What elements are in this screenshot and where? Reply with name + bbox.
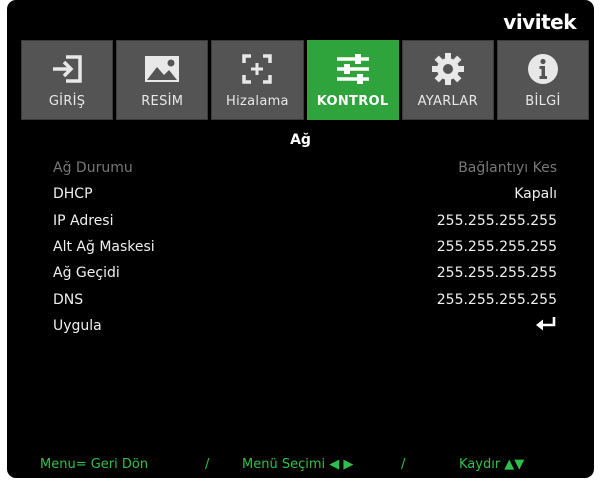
info-icon xyxy=(498,53,588,85)
tab-bilgi[interactable]: BİLGİ xyxy=(496,40,590,120)
tab-giris[interactable]: GİRİŞ xyxy=(21,40,114,120)
tab-label: GİRİŞ xyxy=(48,94,86,109)
input-icon xyxy=(22,53,112,85)
tab-hizalama[interactable]: Hizalama xyxy=(211,40,304,120)
row-label: DHCP xyxy=(53,186,93,203)
row-ip-address[interactable]: IP Adresi 255.255.255.255 xyxy=(53,208,557,234)
tab-bar: GİRİŞ RESİM Hizalama KONTROL AYARLAR BİL… xyxy=(21,40,590,120)
row-dns[interactable]: DNS 255.255.255.255 xyxy=(53,286,557,312)
row-apply[interactable]: Uygula xyxy=(53,313,557,339)
row-dhcp[interactable]: DHCP Kapalı xyxy=(53,181,557,207)
row-value[interactable]: Kapalı xyxy=(514,186,557,202)
footer-separator: / xyxy=(401,456,406,472)
footer-hints: Menu= Geri Dön / Menü Seçimi ◀ ▶ / Kaydı… xyxy=(7,452,594,476)
footer-separator: / xyxy=(205,456,210,472)
row-label: DNS xyxy=(53,291,84,308)
row-value[interactable]: 255.255.255.255 xyxy=(437,213,557,229)
row-value[interactable]: 255.255.255.255 xyxy=(437,265,557,281)
settings-list: Ağ Durumu Bağlantıyı Kes DHCP Kapalı IP … xyxy=(53,155,557,339)
enter-icon[interactable] xyxy=(535,316,557,336)
gear-icon xyxy=(403,53,493,85)
row-label: IP Adresi xyxy=(53,212,114,229)
tab-label: BİLGİ xyxy=(525,94,561,109)
tab-kontrol[interactable]: KONTROL xyxy=(306,40,399,120)
tab-label: KONTROL xyxy=(316,94,389,109)
footer-select-hint: Menü Seçimi ◀ ▶ xyxy=(242,456,354,472)
row-value[interactable]: 255.255.255.255 xyxy=(437,239,557,255)
row-network-status: Ağ Durumu Bağlantıyı Kes xyxy=(53,155,557,181)
footer-back-hint: Menu= Geri Dön xyxy=(40,456,149,472)
row-label: Alt Ağ Maskesi xyxy=(53,239,155,256)
row-gateway[interactable]: Ağ Geçidi 255.255.255.255 xyxy=(53,260,557,286)
row-label: Ağ Geçidi xyxy=(53,265,120,282)
tab-label: Hizalama xyxy=(226,94,289,109)
row-subnet-mask[interactable]: Alt Ağ Maskesi 255.255.255.255 xyxy=(53,234,557,260)
alignment-icon xyxy=(212,53,302,85)
tab-ayarlar[interactable]: AYARLAR xyxy=(401,40,494,120)
tab-label: AYARLAR xyxy=(417,94,478,109)
tab-label: RESİM xyxy=(141,94,184,109)
footer-scroll-hint: Kaydır ▲▼ xyxy=(459,456,525,472)
sliders-icon xyxy=(308,53,398,85)
row-label: Ağ Durumu xyxy=(53,160,133,177)
row-label: Uygula xyxy=(53,317,102,334)
row-value: Bağlantıyı Kes xyxy=(458,160,557,177)
row-value[interactable]: 255.255.255.255 xyxy=(437,292,557,308)
brand-logo: vivitek xyxy=(503,10,576,34)
osd-menu: vivitek GİRİŞ RESİM Hizalama KONTROL AYA… xyxy=(7,0,594,478)
tab-resim[interactable]: RESİM xyxy=(116,40,209,120)
page-title: Ağ xyxy=(290,132,311,148)
image-icon xyxy=(117,53,207,85)
